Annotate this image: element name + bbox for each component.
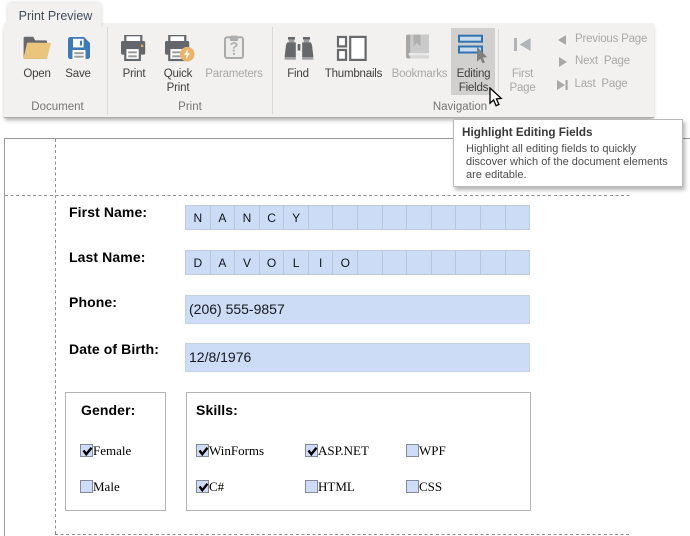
svg-text:?: ? [230,39,239,55]
